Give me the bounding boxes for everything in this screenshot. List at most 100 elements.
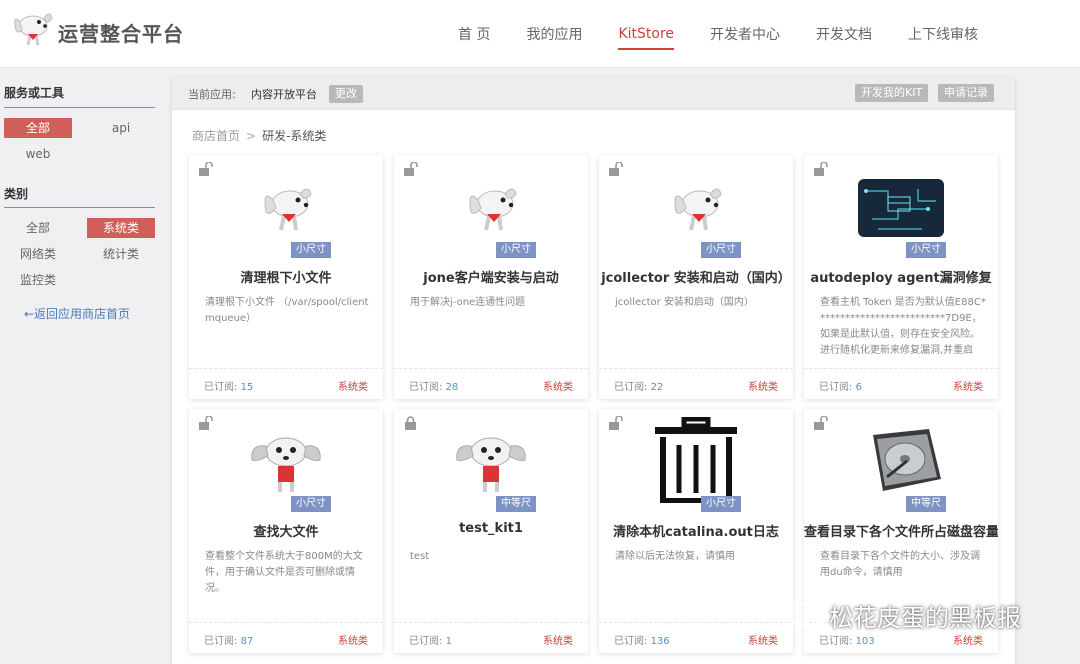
nav-home[interactable]: 首 页 [440, 0, 508, 68]
card-footer: 已订阅: 28 系统类 [394, 368, 588, 399]
card-title: 清理根下小文件 [240, 271, 332, 286]
filter-category-all[interactable]: 全部 [4, 218, 72, 238]
mascot-icon [444, 169, 538, 247]
mascot-icon [649, 169, 743, 247]
card-description: 查看主机 Token 是否为默认值E88C*******************… [820, 297, 986, 356]
card-title: test_kit1 [459, 521, 523, 536]
change-app-button[interactable]: 更改 [329, 85, 363, 103]
category-tag: 系统类 [953, 636, 983, 647]
subscribed-count: 已订阅: 28 [409, 378, 458, 393]
card-description: 清理根下小文件 （/var/spool/clientmqueue） [205, 297, 369, 324]
filter-service-api[interactable]: api [87, 118, 155, 138]
breadcrumb: 商店首页 > 研发-系统类 [192, 127, 326, 144]
category-tag: 系统类 [953, 382, 983, 393]
sidebar: 服务或工具 全部 api web 类别 全部 系统类 网络类 统计类 监控类 ←… [0, 69, 162, 664]
mascot-logo-icon[interactable] [8, 8, 54, 48]
main-panel: 当前应用: 内容开放平台 更改 开发我的KIT 申请记录 商店首页 > 研发-系统类… [172, 77, 1015, 664]
subscribed-value: 103 [855, 636, 875, 647]
nav-release-review[interactable]: 上下线审核 [890, 0, 996, 68]
card-title: autodeploy agent漏洞修复 [810, 271, 992, 286]
filter-category-monitor[interactable]: 监控类 [4, 270, 72, 290]
divider [4, 107, 155, 108]
card-footer: 已订阅: 6 系统类 [804, 368, 998, 399]
size-badge: 小尺寸 [291, 496, 331, 512]
lock-icon [405, 416, 416, 430]
category-tag: 系统类 [543, 636, 573, 647]
divider [4, 207, 155, 208]
unlock-icon [199, 162, 213, 176]
wechat-icon [786, 602, 822, 629]
subscribed-value: 15 [240, 382, 254, 393]
size-badge: 小尺寸 [291, 242, 331, 258]
apply-records-button[interactable]: 申请记录 [938, 84, 994, 102]
card-title: jcollector 安装和启动（国内） [601, 271, 791, 286]
category-tag: 系统类 [338, 382, 368, 393]
trash-icon [649, 417, 743, 503]
nav-kitstore[interactable]: KitStore [600, 0, 692, 68]
kit-card[interactable]: 小尺寸 jone客户端安装与启动 用于解决j-one连通性问题 已订阅: 28 … [394, 155, 588, 399]
kit-card[interactable]: 中等尺 test_kit1 test 已订阅: 1 系统类 [394, 409, 588, 653]
current-app-label: 当前应用: [188, 88, 236, 101]
kit-card[interactable]: 小尺寸 查找大文件 查看整个文件系统大于800M的大文件，用于确认文件是否可删除… [189, 409, 383, 653]
filter-category-system[interactable]: 系统类 [87, 218, 155, 238]
subscribed-value: 6 [855, 382, 862, 393]
filter-category-network[interactable]: 网络类 [4, 244, 72, 264]
mascot-shirt-icon [444, 423, 538, 501]
size-badge: 小尺寸 [701, 242, 741, 258]
size-badge: 小尺寸 [906, 242, 946, 258]
subscribed-label: 已订阅: [819, 382, 853, 393]
watermark: 松花皮蛋的黑板报 [785, 598, 1021, 633]
subscribed-label: 已订阅: [204, 636, 238, 647]
subscribed-count: 已订阅: 22 [614, 378, 663, 393]
subscribed-count: 已订阅: 136 [614, 632, 670, 647]
unlock-icon [814, 162, 828, 176]
subscribed-value: 22 [650, 382, 664, 393]
nav-developer-center[interactable]: 开发者中心 [692, 0, 798, 68]
subscribed-label: 已订阅: [409, 382, 443, 393]
back-to-store-link[interactable]: ←返回应用商店首页 [24, 305, 130, 322]
size-badge: 小尺寸 [496, 242, 536, 258]
subscribed-value: 87 [240, 636, 254, 647]
filter-service-web[interactable]: web [4, 144, 72, 164]
filter-service-all[interactable]: 全部 [4, 118, 72, 138]
card-title: 查找大文件 [253, 525, 319, 540]
current-app-bar: 当前应用: 内容开放平台 更改 开发我的KIT 申请记录 [172, 77, 1015, 110]
card-footer: 已订阅: 87 系统类 [189, 622, 383, 653]
unlock-icon [609, 162, 623, 176]
kit-card[interactable]: 小尺寸 autodeploy agent漏洞修复 查看主机 Token 是否为默… [804, 155, 998, 399]
watermark-text: 松花皮蛋的黑板报 [829, 604, 1021, 632]
unlock-icon [199, 416, 213, 430]
mascot-icon [239, 169, 333, 247]
category-tag: 系统类 [543, 382, 573, 393]
circuit-image [854, 169, 948, 247]
card-description: 用于解决j-one连通性问题 [410, 297, 526, 308]
subscribed-count: 已订阅: 6 [819, 378, 862, 393]
subscribed-value: 1 [445, 636, 452, 647]
subscribed-count: 已订阅: 87 [204, 632, 253, 647]
kit-card[interactable]: 小尺寸 清理根下小文件 清理根下小文件 （/var/spool/clientmq… [189, 155, 383, 399]
card-footer: 已订阅: 136 系统类 [599, 622, 793, 653]
subscribed-value: 136 [650, 636, 670, 647]
kit-card[interactable]: 小尺寸 清除本机catalina.out日志 清除以后无法恢复，请慎用 已订阅:… [599, 409, 793, 653]
subscribed-label: 已订阅: [614, 636, 648, 647]
breadcrumb-home[interactable]: 商店首页 [192, 129, 240, 143]
app-title: 运营整合平台 [58, 22, 184, 46]
filter-category-stats[interactable]: 统计类 [87, 244, 155, 264]
card-description: 清除以后无法恢复，请慎用 [615, 551, 735, 562]
card-title: 清除本机catalina.out日志 [613, 525, 779, 540]
category-tag: 系统类 [748, 382, 778, 393]
card-footer: 已订阅: 22 系统类 [599, 368, 793, 399]
category-tag: 系统类 [338, 636, 368, 647]
size-badge: 中等尺 [906, 496, 946, 512]
unlock-icon [404, 162, 418, 176]
unlock-icon [814, 416, 828, 430]
card-footer: 已订阅: 1 系统类 [394, 622, 588, 653]
develop-kit-button[interactable]: 开发我的KIT [855, 84, 929, 102]
nav-dev-docs[interactable]: 开发文档 [798, 0, 890, 68]
card-title: jone客户端安装与启动 [423, 271, 559, 286]
nav-my-apps[interactable]: 我的应用 [508, 0, 600, 68]
category-tag: 系统类 [748, 636, 778, 647]
kit-card[interactable]: 小尺寸 jcollector 安装和启动（国内） jcollector 安装和启… [599, 155, 793, 399]
card-description: jcollector 安装和启动（国内） [615, 297, 754, 308]
card-title: 查看目录下各个文件所占磁盘容量 [804, 525, 998, 540]
